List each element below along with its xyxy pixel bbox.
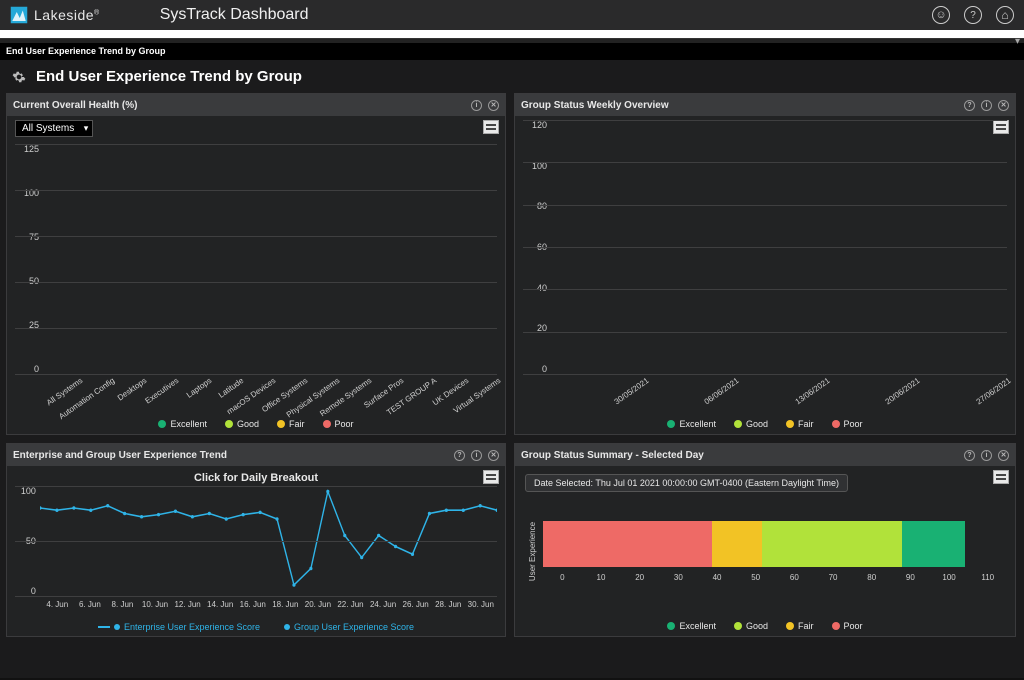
panel-current-overall-health: Current Overall Health (%) All Systems — [6, 93, 506, 435]
breadcrumb: End User Experience Trend by Group — [0, 44, 1024, 60]
date-selected-pill[interactable]: Date Selected: Thu Jul 01 2021 00:00:00 … — [525, 474, 848, 492]
collapse-ribbon[interactable] — [0, 38, 1024, 44]
info-icon[interactable] — [471, 100, 482, 111]
feedback-icon[interactable] — [932, 6, 950, 24]
chart-menu-icon[interactable] — [993, 470, 1009, 484]
lakeside-icon — [10, 6, 28, 24]
panel-title: Group Status Weekly Overview — [521, 100, 669, 111]
gear-icon[interactable] — [12, 70, 26, 84]
panel-title: Current Overall Health (%) — [13, 100, 137, 111]
system-dropdown[interactable]: All Systems — [15, 120, 93, 137]
help-icon[interactable] — [454, 450, 465, 461]
page-title: End User Experience Trend by Group — [36, 68, 302, 85]
close-icon[interactable] — [488, 450, 499, 461]
home-icon[interactable] — [996, 6, 1014, 24]
close-icon[interactable] — [488, 100, 499, 111]
info-icon[interactable] — [981, 450, 992, 461]
divider-whitebar — [0, 30, 1024, 38]
summary-hbar[interactable] — [543, 521, 1007, 567]
info-icon[interactable] — [981, 100, 992, 111]
panel-status-summary: Group Status Summary - Selected Day Date… — [514, 443, 1016, 637]
chart-subtitle: Click for Daily Breakout — [13, 472, 499, 484]
trend-line-chart[interactable] — [40, 486, 497, 596]
close-icon[interactable] — [998, 450, 1009, 461]
help-icon[interactable] — [964, 6, 982, 24]
app-header: Lakeside® SysTrack Dashboard — [0, 0, 1024, 30]
panel-weekly-overview: Group Status Weekly Overview 1201 — [514, 93, 1016, 435]
info-icon[interactable] — [471, 450, 482, 461]
panel-title: Enterprise and Group User Experience Tre… — [13, 450, 227, 461]
help-icon[interactable] — [964, 450, 975, 461]
chart-menu-icon[interactable] — [483, 470, 499, 484]
help-icon[interactable] — [964, 100, 975, 111]
app-title: SysTrack Dashboard — [160, 6, 309, 24]
brand-logo: Lakeside® — [10, 6, 100, 24]
close-icon[interactable] — [998, 100, 1009, 111]
chart-menu-icon[interactable] — [483, 120, 499, 134]
panel-experience-trend: Enterprise and Group User Experience Tre… — [6, 443, 506, 637]
panel-title: Group Status Summary - Selected Day — [521, 450, 704, 461]
brand-name: Lakeside® — [34, 7, 100, 23]
